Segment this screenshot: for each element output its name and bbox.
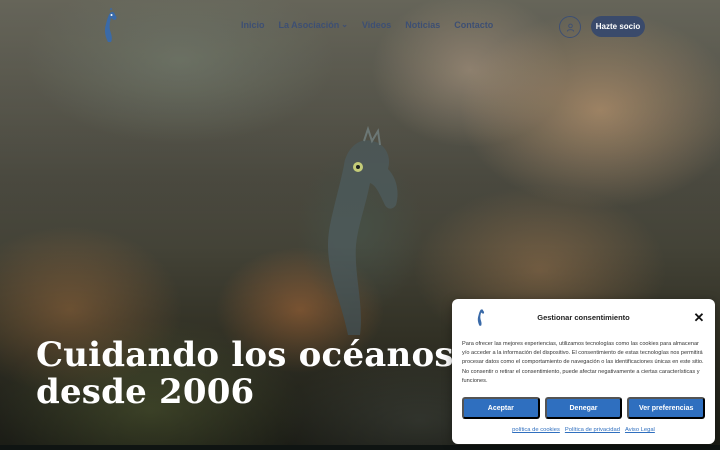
nav-item-label: La Asociación [278, 20, 340, 30]
seahorse-logo-icon[interactable] [98, 8, 120, 44]
cookie-consent-dialog: Gestionar consentimiento ✕ Para ofrecer … [452, 299, 715, 444]
chevron-down-icon: ⌄ [341, 19, 348, 29]
main-nav: Inicio La Asociación ⌄ Videos Noticias C… [241, 19, 493, 31]
nav-item-label: Contacto [454, 20, 494, 30]
nav-item-label: Inicio [241, 20, 265, 30]
consent-links: política de cookies Política de privacid… [452, 427, 715, 433]
hero-title: Cuidando los océanos desde 2006 [36, 337, 456, 411]
view-preferences-button[interactable]: Ver preferencias [627, 397, 706, 419]
hazte-socio-button[interactable]: Hazte socio [591, 16, 645, 37]
nav-item-la-asociacion[interactable]: La Asociación ⌄ [278, 19, 348, 31]
nav-item-label: Videos [361, 20, 392, 30]
close-icon[interactable]: ✕ [693, 311, 705, 324]
hero-title-line-1: Cuidando los océanos [36, 335, 454, 375]
user-icon [566, 23, 574, 32]
legal-notice-link[interactable]: Aviso Legal [625, 427, 655, 433]
nav-item-inicio[interactable]: Inicio [241, 20, 265, 30]
deny-button[interactable]: Denegar [544, 397, 623, 419]
privacy-policy-link[interactable]: Política de privacidad [565, 427, 620, 433]
nav-item-label: Noticias [405, 20, 441, 30]
hero-title-line-2: desde 2006 [36, 372, 255, 412]
nav-item-contacto[interactable]: Contacto [454, 20, 493, 30]
nav-item-noticias[interactable]: Noticias [405, 20, 440, 30]
consent-description: Para ofrecer las mejores experiencias, u… [462, 341, 704, 384]
nav-item-videos[interactable]: Videos [362, 20, 391, 30]
cookie-policy-link[interactable]: política de cookies [512, 427, 560, 433]
consent-title: Gestionar consentimiento [537, 313, 630, 322]
accept-button[interactable]: Aceptar [462, 397, 540, 419]
consent-button-row: Aceptar Denegar Ver preferencias [462, 397, 706, 419]
user-account-button[interactable] [559, 16, 581, 38]
